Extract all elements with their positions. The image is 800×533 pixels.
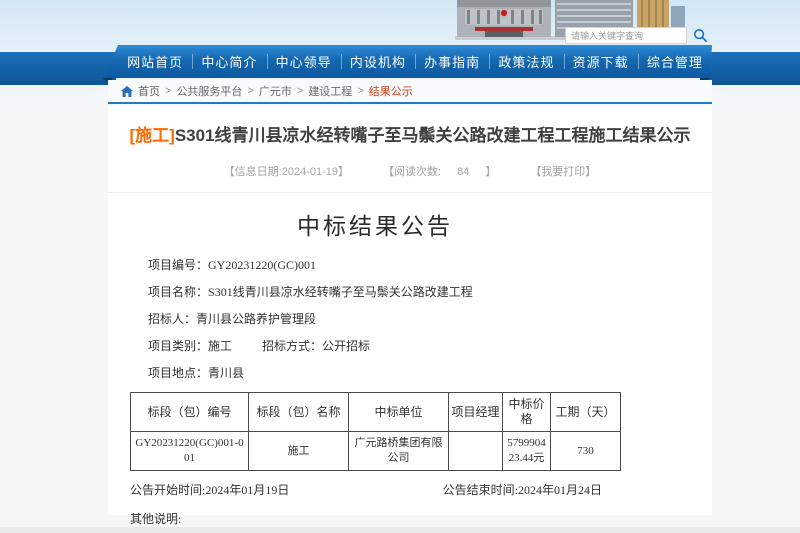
crumb-city[interactable]: 广元市 (259, 83, 292, 99)
article-meta: 【信息日期:2024-01-19】 【阅读次数: 84 】 【我要打印】 (108, 163, 712, 193)
cell-section-no: GY20231220(GC)001-001 (131, 432, 249, 471)
field-category-method: 项目类别：施工 招标方式：公开招标 (148, 338, 620, 354)
nav-item-center-intro[interactable]: 中心简介 (192, 45, 266, 78)
page-bottom-strip (0, 527, 800, 533)
cell-section-name: 施工 (249, 432, 349, 471)
announcement-heading: 中标结果公告 (130, 207, 620, 241)
crumb-public-service[interactable]: 公共服务平台 (176, 83, 242, 99)
crumb-current-result: 结果公示 (369, 83, 413, 99)
meta-date: 【信息日期:2024-01-19】 (224, 163, 349, 179)
announcement-dates: 公告开始时间:2024年01月19日 公告结束时间:2024年01月24日 (130, 481, 620, 498)
field-value: 公开招标 (322, 339, 370, 353)
field-label: 招标方式： (262, 339, 322, 353)
article-title-text: S301线青川县凉水经转嘴子至马鬃关公路改建工程工程施工结果公示 (175, 126, 691, 145)
nav-item-home[interactable]: 网站首页 (118, 45, 192, 78)
home-icon (121, 86, 133, 97)
article-title: [施工]S301线青川县凉水经转嘴子至马鬃关公路改建工程工程施工结果公示 (128, 122, 692, 150)
field-label: 项目类别： (148, 339, 208, 353)
bid-result-table: 标段（包）编号 标段（包）名称 中标单位 项目经理 中标价格 工期（天） GY2… (130, 392, 621, 471)
meta-views-count: 84 (457, 166, 469, 178)
field-label: 项目地点： (148, 366, 208, 380)
col-price: 中标价格 (503, 393, 551, 432)
cell-winner: 广元路桥集团有限公司 (349, 432, 449, 471)
cell-duration: 730 (551, 432, 621, 471)
field-label: 项目名称： (148, 285, 208, 299)
nav-ribbon-right (700, 52, 800, 85)
article-tag: [施工] (129, 126, 174, 145)
col-manager: 项目经理 (449, 393, 503, 432)
nav-ribbon-left (0, 52, 116, 85)
content-panel: [施工]S301线青川县凉水经转嘴子至马鬃关公路改建工程工程施工结果公示 【信息… (108, 106, 712, 515)
field-value: GY20231220(GC)001 (208, 258, 316, 272)
nav-item-center-leaders[interactable]: 中心领导 (267, 45, 341, 78)
nav-item-downloads[interactable]: 资源下载 (564, 45, 638, 78)
site-search (565, 27, 708, 44)
table-header-row: 标段（包）编号 标段（包）名称 中标单位 项目经理 中标价格 工期（天） (131, 393, 621, 432)
nav-item-policy-law[interactable]: 政策法规 (489, 45, 563, 78)
print-button[interactable]: 【我要打印】 (530, 163, 596, 179)
meta-views-suffix: 】 (485, 166, 496, 178)
field-tenderee: 招标人：青川县公路养护管理段 (148, 311, 620, 327)
crumb-separator: > (247, 85, 253, 97)
field-value: 青川县 (208, 366, 244, 380)
magnifier-icon[interactable] (693, 28, 708, 43)
field-project-no: 项目编号：GY20231220(GC)001 (148, 257, 620, 273)
cell-price: 579990423.44元 (503, 432, 551, 471)
field-value: S301线青川县凉水经转嘴子至马鬃关公路改建工程 (208, 285, 473, 299)
col-duration: 工期（天） (551, 393, 621, 432)
announcement-document: 中标结果公告 项目编号：GY20231220(GC)001 项目名称：S301线… (130, 207, 620, 527)
field-value: 施工 (208, 339, 232, 353)
field-project-name: 项目名称：S301线青川县凉水经转嘴子至马鬃关公路改建工程 (148, 284, 620, 300)
col-section-no: 标段（包）编号 (131, 393, 249, 432)
nav-item-service-guide[interactable]: 办事指南 (415, 45, 489, 78)
field-location: 项目地点：青川县 (148, 365, 620, 381)
col-winner: 中标单位 (349, 393, 449, 432)
crumb-home[interactable]: 首页 (138, 83, 160, 99)
start-time: 公告开始时间:2024年01月19日 (130, 481, 289, 498)
search-input[interactable] (565, 27, 687, 44)
crumb-separator: > (165, 85, 171, 97)
end-time: 公告结束时间:2024年01月24日 (443, 481, 602, 498)
field-label: 招标人： (148, 312, 196, 326)
col-section-name: 标段（包）名称 (249, 393, 349, 432)
other-note: 其他说明: (130, 510, 620, 527)
crumb-construction[interactable]: 建设工程 (308, 83, 352, 99)
nav-item-admin[interactable]: 综合管理 (638, 45, 712, 78)
nav-item-internal-org[interactable]: 内设机构 (341, 45, 415, 78)
crumb-separator: > (297, 85, 303, 97)
project-fields: 项目编号：GY20231220(GC)001 项目名称：S301线青川县凉水经转… (130, 257, 620, 381)
crumb-separator: > (357, 85, 363, 97)
field-label: 项目编号： (148, 258, 208, 272)
field-category: 项目类别：施工 (148, 339, 232, 353)
field-value: 青川县公路养护管理段 (196, 312, 316, 326)
field-method: 招标方式：公开招标 (262, 339, 370, 353)
meta-views: 【阅读次数: 84 】 (375, 163, 504, 179)
main-navigation: 网站首页 中心简介 中心领导 内设机构 办事指南 政策法规 资源下载 综合管理 (104, 45, 712, 78)
table-row: GY20231220(GC)001-001 施工 广元路桥集团有限公司 5799… (131, 432, 621, 471)
breadcrumb: 首页 > 公共服务平台 > 广元市 > 建设工程 > 结果公示 (108, 80, 712, 104)
meta-views-prefix: 【阅读次数: (383, 166, 441, 178)
cell-manager (449, 432, 503, 471)
